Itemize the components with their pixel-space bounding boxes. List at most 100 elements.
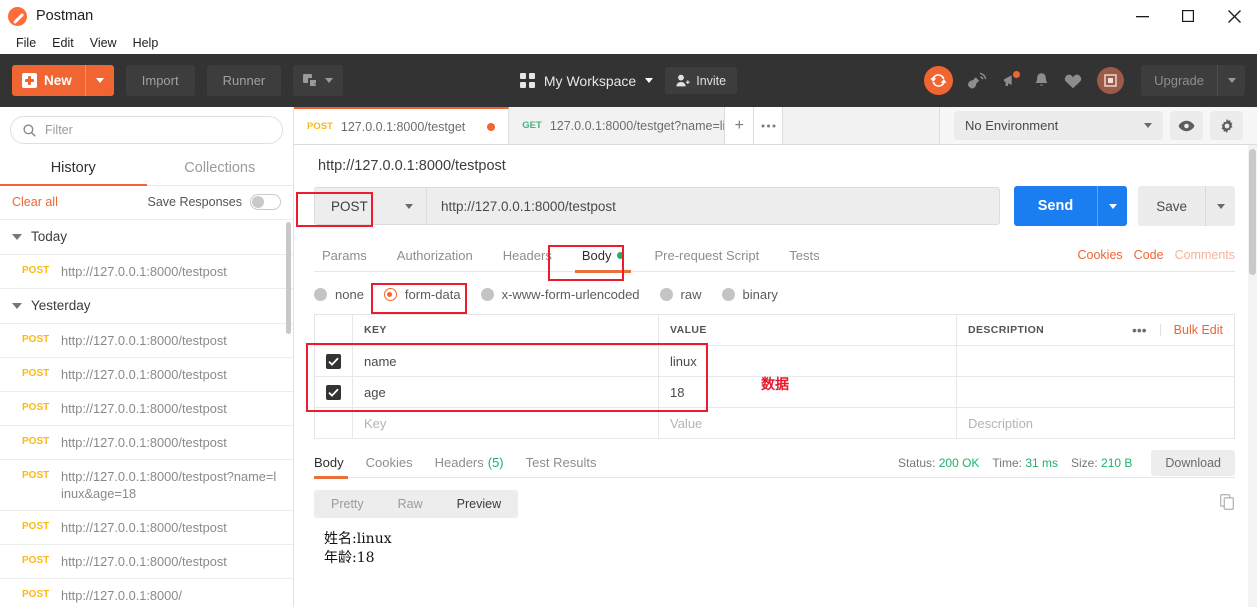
list-item[interactable]: POST http://127.0.0.1:8000/testpost	[0, 545, 293, 579]
person-add-icon	[676, 74, 690, 87]
headers-count: (5)	[487, 455, 504, 470]
view-mode-pretty[interactable]: Pretty	[314, 490, 381, 518]
import-button[interactable]: Import	[125, 65, 195, 96]
tab-headers[interactable]: Headers	[488, 239, 567, 272]
settings-button[interactable]	[1210, 111, 1243, 140]
sync-icon[interactable]	[924, 66, 954, 95]
heart-icon[interactable]	[1064, 73, 1082, 89]
tab-more-button[interactable]	[754, 107, 784, 144]
list-item[interactable]: POST http://127.0.0.1:8000/testpost	[0, 358, 293, 392]
copy-icon[interactable]	[1220, 493, 1235, 515]
new-button[interactable]: New	[12, 65, 114, 96]
tab-authorization[interactable]: Authorization	[382, 239, 488, 272]
response-scrollbar-track[interactable]	[1248, 145, 1257, 607]
table-options-icon[interactable]: •••	[1119, 323, 1161, 337]
radio-binary[interactable]: binary	[721, 283, 794, 306]
environment-quick-look-button[interactable]	[1170, 111, 1203, 140]
response-tab-body[interactable]: Body	[314, 448, 355, 479]
satellite-icon[interactable]	[968, 72, 987, 90]
sidebar-scrollbar[interactable]	[286, 222, 291, 334]
response-scrollbar-thumb[interactable]	[1249, 149, 1256, 275]
close-icon[interactable]	[1211, 0, 1257, 32]
bulk-edit-link[interactable]: Bulk Edit	[1161, 323, 1223, 337]
request-tab-1[interactable]: POST 127.0.0.1:8000/testget	[294, 107, 510, 144]
list-item[interactable]: POST http://127.0.0.1:8000/testpost?name…	[0, 460, 293, 511]
menu-item-help[interactable]: Help	[125, 32, 167, 54]
history-group-label: Yesterday	[31, 298, 91, 313]
sidebar-tab-history[interactable]: History	[0, 152, 147, 186]
invite-button[interactable]: Invite	[665, 67, 738, 94]
radio-form-data[interactable]: form-data	[383, 283, 477, 306]
send-button[interactable]: Send	[1013, 186, 1128, 226]
history-list[interactable]: Today POST http://127.0.0.1:8000/testpos…	[0, 220, 293, 607]
radio-none[interactable]: none	[314, 283, 380, 306]
tab-pre-request-script[interactable]: Pre-request Script	[639, 239, 774, 272]
environment-selector[interactable]: No Environment	[954, 111, 1163, 140]
radio-raw[interactable]: raw	[659, 283, 718, 306]
row-checkbox-cell[interactable]	[315, 377, 353, 407]
download-button[interactable]: Download	[1151, 449, 1235, 476]
list-item[interactable]: POST http://127.0.0.1:8000/testpost	[0, 426, 293, 460]
workspace-selector[interactable]: My Workspace	[519, 73, 654, 89]
package-icon[interactable]	[1097, 67, 1125, 94]
tab-tests[interactable]: Tests	[774, 239, 834, 272]
response-tab-headers[interactable]: Headers (5)	[424, 448, 515, 478]
save-button[interactable]: Save	[1138, 186, 1235, 226]
send-dropdown[interactable]	[1097, 186, 1127, 226]
minimize-icon[interactable]	[1119, 0, 1165, 32]
list-item[interactable]: POST http://127.0.0.1:8000/testpost	[0, 324, 293, 358]
row-value-cell[interactable]: Value	[659, 408, 957, 438]
clear-all-button[interactable]: Clear all	[12, 195, 58, 209]
radio-x-www-form-urlencoded[interactable]: x-www-form-urlencoded	[480, 283, 656, 306]
row-key-cell[interactable]: Key	[353, 408, 659, 438]
history-group-yesterday[interactable]: Yesterday	[0, 289, 293, 324]
filter-box[interactable]: Filter	[10, 116, 283, 144]
response-tab-cookies[interactable]: Cookies	[355, 448, 424, 478]
megaphone-icon[interactable]	[1002, 71, 1021, 89]
row-checkbox-cell[interactable]	[315, 408, 353, 438]
list-item[interactable]: POST http://127.0.0.1:8000/testpost	[0, 255, 293, 289]
runner-button[interactable]: Runner	[206, 65, 282, 96]
url-input[interactable]: http://127.0.0.1:8000/testpost	[426, 187, 1000, 225]
method-selector[interactable]: POST	[314, 187, 426, 225]
list-item[interactable]: POST http://127.0.0.1:8000/testpost	[0, 392, 293, 426]
checkbox-checked-icon[interactable]	[326, 384, 341, 400]
row-checkbox-cell[interactable]	[315, 346, 353, 376]
menu-item-file[interactable]: File	[8, 32, 44, 54]
maximize-icon[interactable]	[1165, 0, 1211, 32]
row-value-cell[interactable]: linux	[659, 346, 957, 376]
response-tab-test-results[interactable]: Test Results	[515, 448, 608, 478]
save-dropdown[interactable]	[1205, 186, 1235, 226]
radio-icon	[721, 288, 735, 301]
upgrade-button[interactable]: Upgrade	[1141, 65, 1245, 96]
list-item[interactable]: POST http://127.0.0.1:8000/testpost	[0, 511, 293, 545]
view-mode-raw[interactable]: Raw	[381, 490, 440, 518]
row-value-cell[interactable]: 18	[659, 377, 957, 407]
history-group-today[interactable]: Today	[0, 220, 293, 255]
new-button-dropdown[interactable]	[84, 65, 114, 96]
code-link[interactable]: Code	[1134, 248, 1164, 262]
menu-item-edit[interactable]: Edit	[44, 32, 82, 54]
save-responses-toggle[interactable]	[250, 194, 281, 210]
tab-params[interactable]: Params	[314, 239, 382, 272]
upgrade-dropdown[interactable]	[1217, 65, 1245, 96]
table-placeholder-row[interactable]: Key Value Description	[315, 408, 1234, 439]
row-key-cell[interactable]: name	[353, 346, 659, 376]
checkbox-checked-icon[interactable]	[326, 353, 341, 369]
tab-body[interactable]: Body	[567, 239, 640, 273]
row-key-cell[interactable]: age	[353, 377, 659, 407]
menu-item-view[interactable]: View	[82, 32, 125, 54]
list-item[interactable]: POST http://127.0.0.1:8000/	[0, 579, 293, 607]
new-collection-button[interactable]: +	[293, 65, 344, 96]
comments-link[interactable]: Comments	[1175, 248, 1235, 262]
request-tab-2[interactable]: GET 127.0.0.1:8000/testget?name=linux&	[509, 107, 726, 144]
row-description-cell[interactable]	[957, 377, 1234, 407]
cookies-link[interactable]: Cookies	[1078, 248, 1123, 262]
table-row[interactable]: name linux	[315, 346, 1234, 377]
sidebar-tab-collections[interactable]: Collections	[147, 152, 294, 185]
row-description-cell[interactable]: Description	[957, 408, 1234, 438]
new-tab-button[interactable]: +	[725, 107, 755, 144]
bell-icon[interactable]	[1034, 72, 1049, 89]
row-description-cell[interactable]	[957, 346, 1234, 376]
view-mode-preview[interactable]: Preview	[440, 490, 518, 518]
